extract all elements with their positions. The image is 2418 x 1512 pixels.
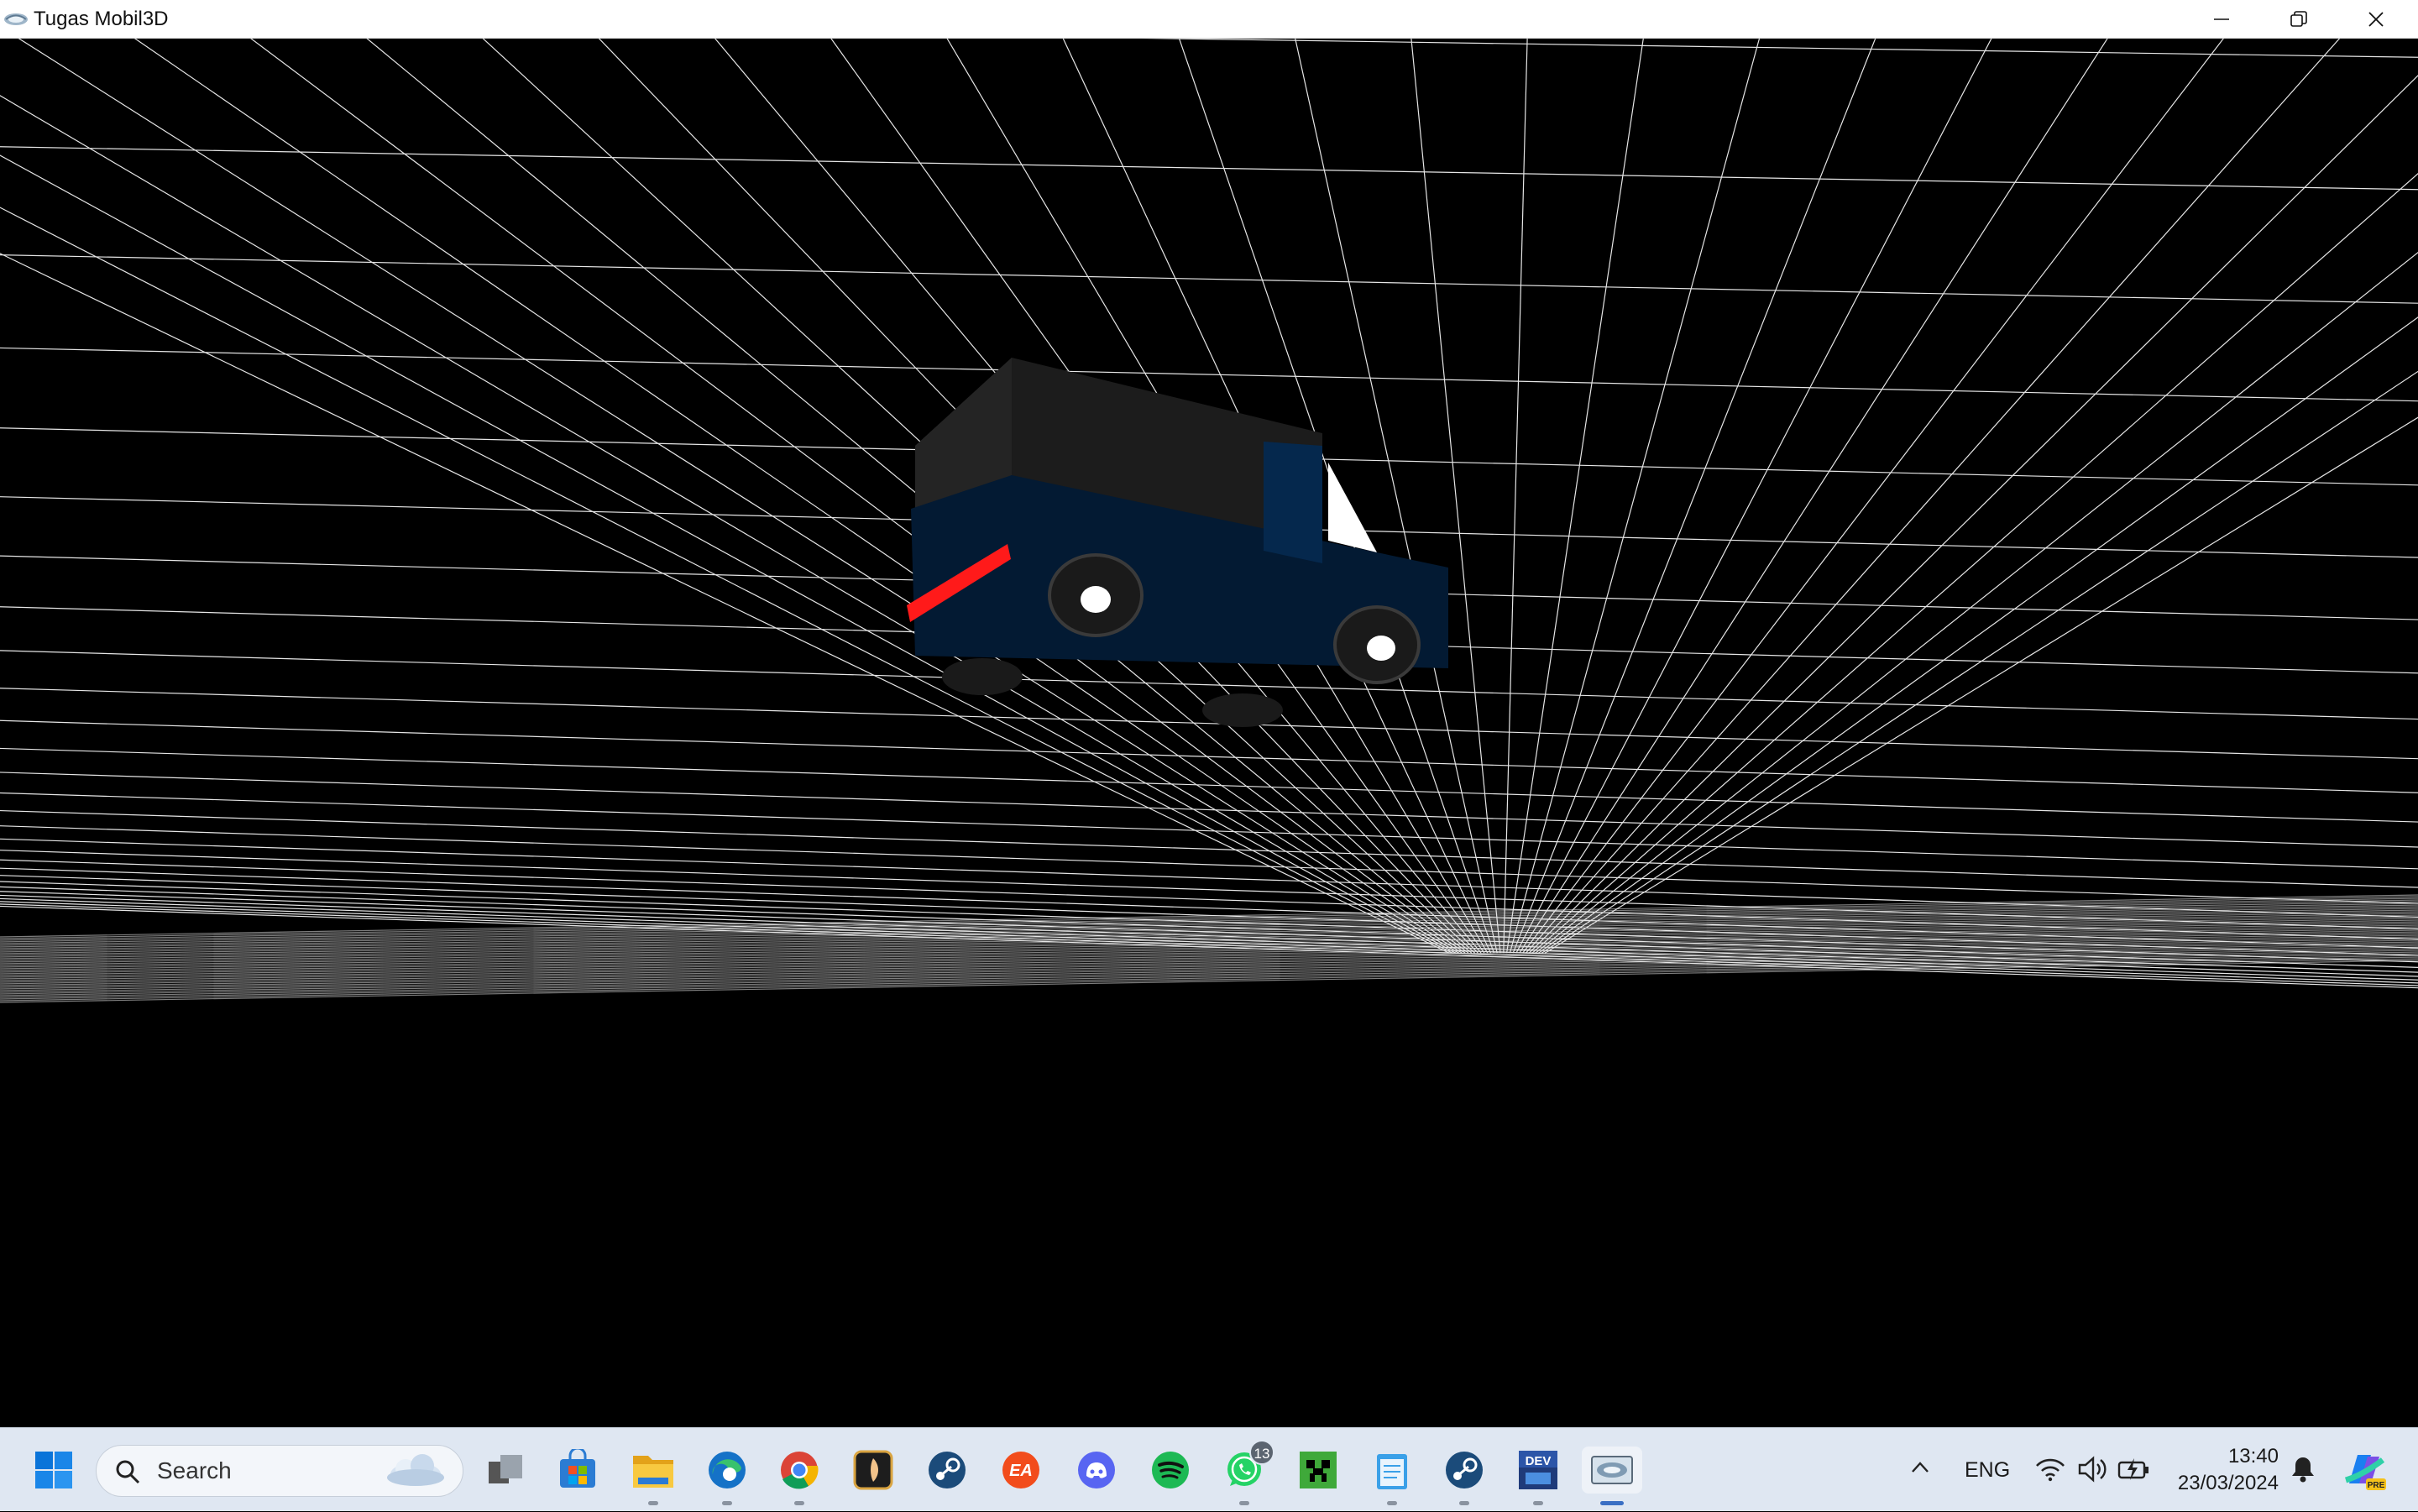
cloud-weather-icon — [387, 1454, 444, 1486]
opengl-viewport[interactable] — [0, 0, 2418, 1427]
system-clock[interactable]: 13:40 23/03/2024 — [2166, 1443, 2279, 1497]
car-body-front — [1264, 442, 1322, 563]
taskbar-app-edge[interactable] — [704, 1447, 751, 1505]
close-button[interactable] — [2337, 0, 2415, 39]
clock-date: 23/03/2024 — [2177, 1472, 2279, 1494]
taskbar-app-steam-2[interactable] — [1441, 1447, 1488, 1505]
grid-line — [0, 809, 2418, 888]
grid-line — [0, 792, 2418, 870]
taskbar: Search EA 13 DEV ENG 13:40 23/03/2024 PR… — [0, 1427, 2418, 1511]
wheel-shadow — [1202, 693, 1283, 727]
minimize-icon — [2214, 18, 2229, 20]
running-indicator — [722, 1501, 732, 1505]
running-indicator — [1387, 1501, 1397, 1505]
notification-bell-icon[interactable] — [2290, 1455, 2316, 1483]
minecraft-icon — [1300, 1452, 1337, 1488]
ea-icon: EA — [1002, 1452, 1039, 1488]
grid-line — [0, 254, 2418, 304]
taskbar-app-discord[interactable] — [1073, 1447, 1120, 1494]
taskbar-app-opengl[interactable] — [1582, 1447, 1642, 1505]
running-indicator — [648, 1501, 658, 1505]
discord-icon — [1078, 1452, 1115, 1488]
active-indicator — [1600, 1501, 1624, 1505]
front-hubcap — [1367, 636, 1395, 661]
grid-line — [0, 747, 2418, 823]
taskbar-app-devcpp[interactable]: DEV — [1515, 1447, 1562, 1505]
copilot-icon[interactable]: PRE — [2341, 1447, 2388, 1494]
grid-line — [1541, 370, 2418, 954]
grid-line — [1538, 317, 2418, 954]
taskbar-app-store[interactable] — [554, 1447, 601, 1494]
volume-icon[interactable] — [2077, 1455, 2109, 1483]
grid-line — [1503, 0, 1529, 954]
svg-text:DEV: DEV — [1526, 1454, 1552, 1468]
windshield — [1328, 463, 1377, 552]
clock-time: 13:40 — [2227, 1445, 2279, 1468]
wheel-shadow — [942, 658, 1023, 695]
opengl-app-icon — [1591, 1456, 1633, 1484]
rear-hubcap — [1081, 586, 1111, 613]
title-bar: Tugas Mobil3D — [0, 0, 2418, 39]
running-indicator — [794, 1501, 804, 1505]
notification-badge: 13 — [1249, 1440, 1274, 1465]
grid-line — [1512, 0, 1892, 954]
task-view-button[interactable] — [482, 1447, 529, 1494]
close-icon — [2368, 12, 2384, 27]
steam-icon — [929, 1452, 966, 1488]
grid-line — [0, 772, 2418, 848]
edge-icon — [709, 1452, 746, 1488]
grid-line — [0, 20, 2418, 58]
steam-icon — [1446, 1452, 1483, 1488]
microsoft-store-icon — [560, 1449, 595, 1488]
running-indicator — [1533, 1501, 1543, 1505]
scene-canvas — [0, 0, 2418, 1003]
grid-line — [1544, 416, 2418, 954]
taskbar-app-notepad[interactable] — [1369, 1447, 1416, 1505]
running-indicator — [1459, 1501, 1469, 1505]
chevron-up-icon[interactable] — [1908, 1455, 1933, 1480]
opengl-app-icon — [4, 13, 28, 25]
search-icon — [116, 1460, 140, 1484]
search-box[interactable]: Search — [96, 1445, 463, 1497]
language-indicator[interactable]: ENG — [1965, 1428, 2010, 1512]
app-pen-icon — [853, 1450, 893, 1490]
devcpp-icon: DEV — [1519, 1451, 1557, 1489]
grid-line — [0, 719, 2418, 793]
taskbar-app-whatsapp[interactable]: 13 — [1221, 1440, 1274, 1505]
taskbar-app-spotify[interactable] — [1147, 1447, 1194, 1494]
grid-line — [0, 146, 2418, 191]
car-model — [907, 358, 1448, 727]
svg-text:EA: EA — [1009, 1462, 1033, 1480]
search-label: Search — [157, 1457, 232, 1483]
windows-start-icon — [35, 1452, 72, 1488]
chrome-icon — [781, 1452, 819, 1489]
wifi-icon[interactable] — [2035, 1457, 2065, 1482]
taskbar-app-pen[interactable] — [850, 1447, 897, 1494]
grid-line — [1509, 0, 1771, 954]
window-title: Tugas Mobil3D — [34, 8, 169, 30]
task-view-icon — [489, 1455, 522, 1483]
notepad-icon — [1377, 1454, 1407, 1489]
file-explorer-icon — [633, 1456, 673, 1488]
battery-charging-icon[interactable] — [2117, 1457, 2151, 1482]
taskbar-app-steam[interactable] — [924, 1447, 971, 1494]
svg-text:PRE: PRE — [2368, 1481, 2385, 1490]
grid-line — [0, 688, 2418, 760]
restore-icon — [2290, 11, 2307, 27]
taskbar-app-explorer[interactable] — [630, 1447, 677, 1505]
taskbar-app-chrome[interactable] — [776, 1447, 823, 1505]
restore-button[interactable] — [2260, 0, 2337, 39]
minimize-button[interactable] — [2183, 0, 2260, 39]
spotify-icon — [1152, 1452, 1189, 1488]
taskbar-app-minecraft[interactable] — [1295, 1447, 1342, 1494]
taskbar-app-ea[interactable]: EA — [997, 1447, 1044, 1494]
running-indicator — [1239, 1501, 1249, 1505]
start-button[interactable] — [30, 1447, 77, 1494]
